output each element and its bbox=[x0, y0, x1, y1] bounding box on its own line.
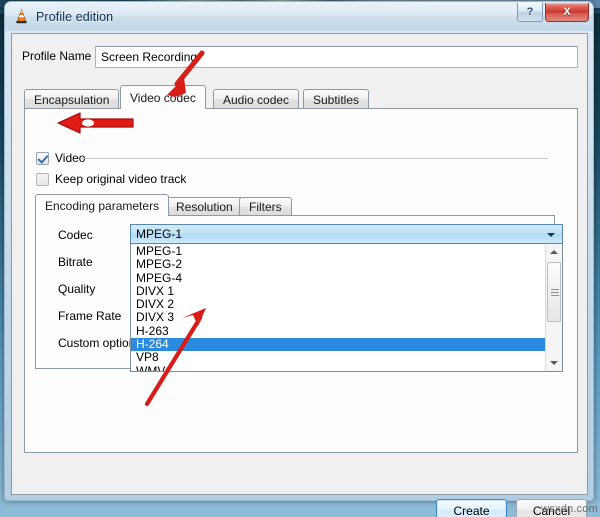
inner-tab-resolution[interactable]: Resolution bbox=[166, 197, 243, 216]
video-checkbox-label: Video bbox=[55, 151, 86, 165]
dialog-client-area: Profile Name Encapsulation Video codec A… bbox=[11, 33, 588, 517]
option-mpeg-1[interactable]: MPEG-1 bbox=[131, 244, 545, 258]
video-group-separator bbox=[82, 158, 548, 159]
codec-combobox[interactable]: MPEG-1 bbox=[130, 224, 563, 244]
option-vp8[interactable]: VP8 bbox=[131, 351, 545, 365]
tab-video-codec[interactable]: Video codec bbox=[120, 85, 206, 109]
scroll-up-icon[interactable] bbox=[546, 244, 562, 260]
window-title: Profile edition bbox=[36, 9, 114, 24]
label-quality: Quality bbox=[58, 282, 96, 296]
keep-original-video-track-row[interactable]: Keep original video track bbox=[36, 172, 186, 186]
help-button[interactable]: ? bbox=[517, 3, 543, 22]
video-checkbox-row[interactable]: Video bbox=[36, 151, 85, 165]
option-mpeg-2[interactable]: MPEG-2 bbox=[131, 257, 545, 271]
vlc-cone-icon bbox=[13, 8, 30, 25]
profile-name-row: Profile Name bbox=[22, 46, 578, 68]
scroll-down-icon[interactable] bbox=[546, 355, 562, 371]
codec-dropdown-list[interactable]: MPEG-1 MPEG-2 MPEG-4 DIVX 1 DIVX 2 DIVX … bbox=[130, 244, 563, 372]
watermark: wsxdn.com bbox=[541, 503, 598, 515]
tab-encapsulation[interactable]: Encapsulation bbox=[24, 89, 120, 109]
option-h-263[interactable]: H-263 bbox=[131, 324, 545, 338]
video-checkbox[interactable] bbox=[36, 151, 49, 165]
keep-original-video-track-label: Keep original video track bbox=[55, 172, 187, 186]
close-button[interactable]: X bbox=[545, 3, 589, 22]
screen: Profile edition ? X Profile Name Encapsu… bbox=[0, 0, 600, 517]
codec-tab-bar: Encapsulation Video codec Audio codec Su… bbox=[24, 85, 578, 109]
tab-subtitles[interactable]: Subtitles bbox=[303, 89, 370, 109]
label-bitrate: Bitrate bbox=[58, 255, 93, 269]
title-bar: Profile edition ? X bbox=[5, 2, 593, 31]
keep-original-video-track-checkbox[interactable] bbox=[36, 172, 49, 186]
label-codec: Codec bbox=[58, 228, 93, 242]
option-h-264[interactable]: H-264 bbox=[131, 337, 545, 352]
chevron-down-icon[interactable] bbox=[547, 233, 555, 237]
option-wmv1[interactable]: WMV1 bbox=[131, 364, 545, 371]
option-divx-1[interactable]: DIVX 1 bbox=[131, 284, 545, 298]
inner-tab-encoding-parameters[interactable]: Encoding parameters bbox=[35, 194, 170, 216]
option-mpeg-4[interactable]: MPEG-4 bbox=[131, 271, 545, 285]
create-button[interactable]: Create bbox=[436, 499, 507, 517]
encoding-tab-bar: Encoding parameters Resolution Filters bbox=[35, 194, 555, 216]
scrollbar-thumb[interactable] bbox=[547, 262, 561, 322]
label-custom-options: Custom options bbox=[58, 336, 142, 350]
scrollbar-grip-icon bbox=[551, 289, 559, 296]
option-divx-2[interactable]: DIVX 2 bbox=[131, 297, 545, 311]
codec-combobox-value: MPEG-1 bbox=[136, 227, 183, 241]
option-divx-3[interactable]: DIVX 3 bbox=[131, 311, 545, 325]
codec-option-list[interactable]: MPEG-1 MPEG-2 MPEG-4 DIVX 1 DIVX 2 DIVX … bbox=[131, 244, 545, 371]
dropdown-scrollbar[interactable] bbox=[545, 244, 562, 371]
inner-tab-filters[interactable]: Filters bbox=[239, 197, 292, 216]
tab-audio-codec[interactable]: Audio codec bbox=[213, 89, 300, 109]
profile-edition-dialog: Profile edition ? X Profile Name Encapsu… bbox=[4, 1, 594, 517]
label-frame-rate: Frame Rate bbox=[58, 309, 122, 323]
profile-name-label: Profile Name bbox=[22, 49, 92, 63]
window-controls: ? X bbox=[517, 3, 589, 22]
profile-name-input[interactable] bbox=[95, 46, 578, 68]
